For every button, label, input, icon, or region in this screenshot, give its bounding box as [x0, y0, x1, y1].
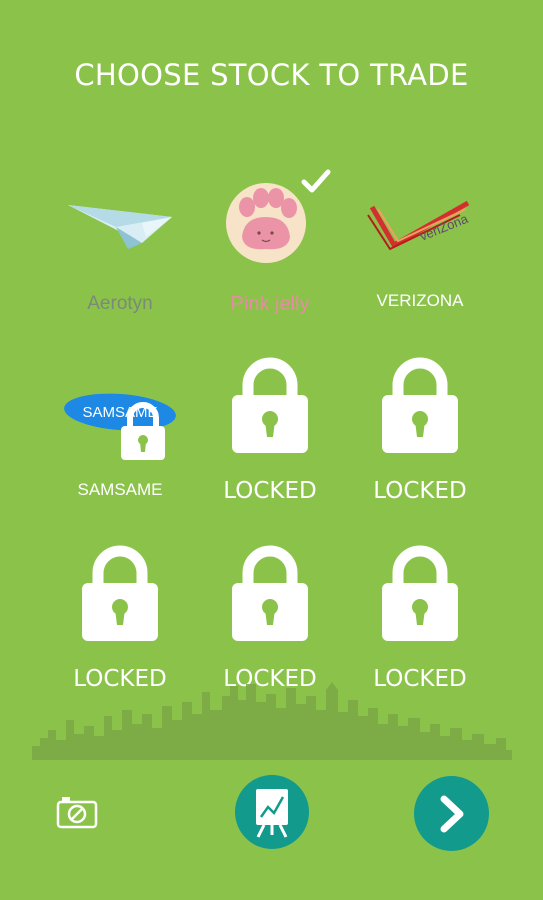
lock-icon — [232, 545, 308, 641]
camera-off-icon[interactable] — [56, 795, 98, 829]
city-skyline-decoration — [32, 682, 512, 760]
stock-label: SAMSAME — [77, 480, 163, 499]
stock-label: LOCKED — [223, 478, 317, 504]
stock-label: Pink jelly — [230, 293, 310, 315]
chart-easel-icon — [256, 789, 288, 838]
checkmark-icon — [301, 169, 331, 193]
page-title: CHOOSE STOCK TO TRADE — [74, 58, 469, 92]
stock-label: VERIZONA — [376, 291, 464, 310]
verizona-logo: veriZona — [367, 200, 471, 251]
stock-tile-samsame[interactable]: SAMSAME SAMSAME — [50, 350, 190, 515]
stock-tile-aerotyn[interactable]: Aerotyn — [50, 165, 190, 330]
stock-tile-locked[interactable]: LOCKED — [350, 538, 490, 703]
next-button[interactable] — [414, 776, 489, 851]
lock-icon — [82, 545, 158, 641]
stock-tile-locked[interactable]: LOCKED — [350, 350, 490, 515]
stock-tile-verizona[interactable]: veriZona VERIZONA — [350, 165, 490, 330]
stock-tile-pink-jelly[interactable]: Pink jelly — [200, 165, 340, 330]
stock-label: Aerotyn — [87, 293, 153, 314]
chart-button[interactable] — [235, 775, 309, 849]
stock-label: LOCKED — [373, 478, 467, 504]
stock-tile-locked[interactable]: LOCKED — [50, 538, 190, 703]
lock-icon — [382, 545, 458, 641]
chevron-right-icon — [440, 795, 464, 833]
lock-icon — [232, 357, 308, 453]
stock-tile-locked[interactable]: LOCKED — [200, 538, 340, 703]
lock-icon — [382, 357, 458, 453]
stock-tile-locked[interactable]: LOCKED — [200, 350, 340, 515]
paper-plane-icon — [68, 205, 172, 249]
lock-icon — [121, 402, 165, 460]
